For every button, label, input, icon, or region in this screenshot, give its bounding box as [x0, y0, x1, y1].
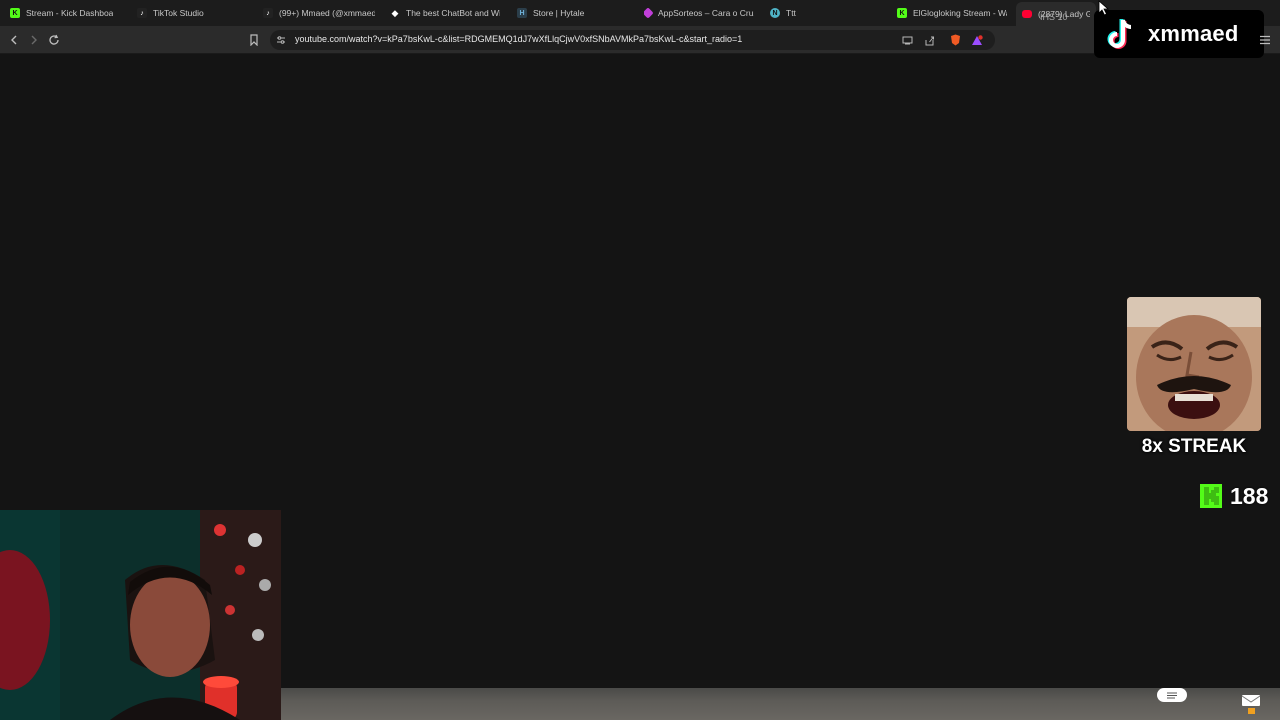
share-icon[interactable] — [923, 34, 935, 46]
tiktok-handle-text: xmmaed — [1148, 21, 1239, 46]
tab-label: Store | Hytale — [533, 8, 585, 18]
tiktok-logo-icon — [1100, 14, 1140, 54]
brave-shield-icon[interactable] — [949, 34, 961, 46]
kick-logo-icon — [1200, 484, 1222, 508]
meme-laughing-man-image — [1127, 297, 1261, 431]
url-text: youtube.com/watch?v=kPa7bsKwL-c&list=RDG… — [295, 34, 743, 44]
tab-label: Stream - Kick Dashboa — [26, 8, 114, 18]
kick-icon: K — [897, 8, 907, 18]
brave-rewards-icon[interactable] — [971, 34, 983, 46]
kick-icon: K — [10, 8, 20, 18]
reload-icon — [49, 34, 59, 45]
tab-appsorteos[interactable]: AppSorteos – Cara o Cruz — [644, 4, 754, 22]
site-info-icon[interactable] — [275, 34, 287, 46]
tab-elglogloking-stream[interactable]: K ElGlogloking Stream - Wa — [897, 4, 1007, 22]
kick-count-value: 188 — [1230, 482, 1269, 509]
streamelements-icon: ◆ — [391, 7, 399, 18]
n-icon: N — [770, 8, 780, 18]
tiktok-icon: ♪ — [263, 8, 273, 18]
chevron-left-icon — [11, 35, 17, 45]
tab-tiktok-studio[interactable]: ♪ TikTok Studio — [137, 4, 247, 22]
appsorteos-icon — [644, 7, 654, 19]
tab-label: TikTok Studio — [153, 8, 204, 18]
mail-icon[interactable] — [1239, 692, 1263, 716]
tab-label: ElGlogloking Stream - Wa — [913, 8, 1007, 18]
address-bar[interactable]: youtube.com/watch?v=kPa7bsKwL-c&list=RDG… — [270, 30, 995, 50]
back-button[interactable] — [5, 31, 23, 49]
bottom-scene-strip — [281, 688, 1280, 720]
tab-ttt[interactable]: N Ttt — [770, 4, 880, 22]
tiktok-handle-overlay: xmmaed — [1094, 10, 1264, 58]
mouse-cursor-icon — [1098, 0, 1110, 16]
tab-hytale-store[interactable]: H Store | Hytale — [517, 4, 627, 22]
chevron-right-icon — [31, 35, 37, 45]
browser-tab-strip: K Stream - Kick Dashboa ♪ TikTok Studio … — [0, 0, 1280, 26]
reload-button[interactable] — [45, 31, 63, 49]
kick-follower-counter: 188 — [1200, 482, 1268, 510]
bookmark-icon — [250, 34, 258, 46]
tab-label: (99+) Mmaed (@xmmaed) — [279, 8, 375, 18]
tab-label: Ttt — [786, 8, 796, 18]
tiktok-icon: ♪ — [137, 8, 147, 18]
chat-bubble-icon[interactable] — [1157, 688, 1187, 702]
menu-button[interactable] — [1256, 31, 1274, 49]
bookmark-button[interactable] — [245, 31, 263, 49]
tab-label: AppSorteos – Cara o Cruz — [658, 8, 754, 18]
webcam-feed — [0, 510, 281, 720]
cast-icon[interactable] — [901, 34, 913, 46]
tab-chatbot[interactable]: ◆ The best ChatBot and Wid — [390, 4, 500, 22]
tab-label: The best ChatBot and Wid — [406, 8, 500, 18]
streak-label: 8x STREAK — [1141, 436, 1247, 457]
clock-fragment: IHS 10 — [1040, 12, 1068, 22]
browser-toolbar: youtube.com/watch?v=kPa7bsKwL-c&list=RDG… — [0, 26, 1280, 54]
hytale-icon: H — [517, 8, 527, 18]
tab-kick-dashboard[interactable]: K Stream - Kick Dashboa — [10, 4, 118, 22]
youtube-icon — [1022, 10, 1032, 18]
tab-tiktok-profile[interactable]: ♪ (99+) Mmaed (@xmmaed) — [263, 4, 375, 22]
hamburger-icon — [1260, 35, 1270, 45]
forward-button[interactable] — [25, 31, 43, 49]
